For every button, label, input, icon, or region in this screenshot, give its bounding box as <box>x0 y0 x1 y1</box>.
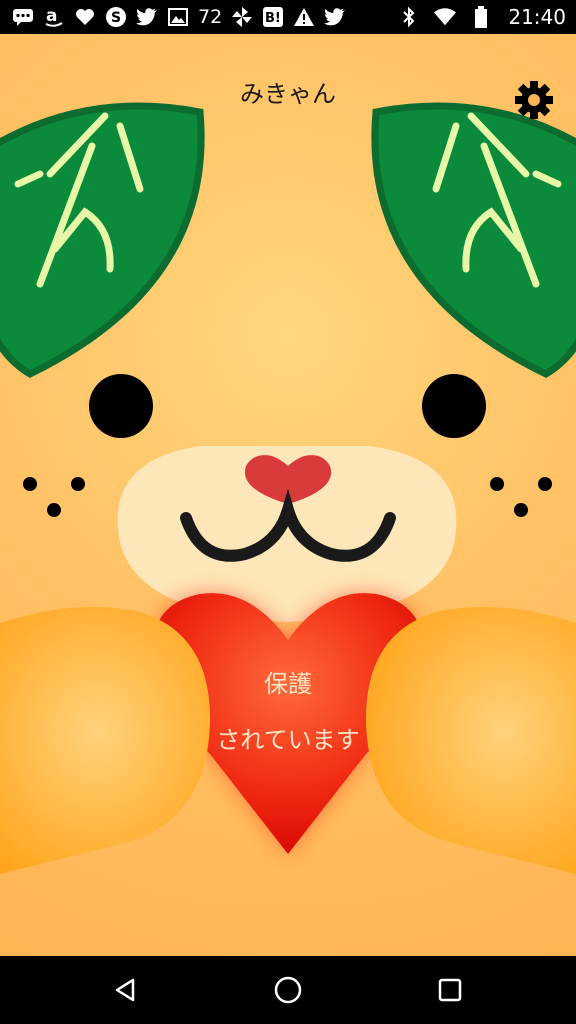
app-title: みきゃん <box>240 80 336 108</box>
pinwheel-icon <box>231 6 253 28</box>
notification-area: a S 72 B! <box>12 0 346 34</box>
svg-text:S: S <box>111 10 121 26</box>
left-leaf-ear <box>0 102 205 378</box>
protection-status-line2: されています <box>216 726 360 754</box>
twitter-icon <box>324 6 346 28</box>
status-bar: a S 72 B! 21:40 <box>0 0 576 34</box>
app-screen: みきゃん 保護 されています <box>0 34 576 956</box>
right-whisker-dots <box>490 477 552 517</box>
bluetooth-icon <box>398 6 420 28</box>
image-icon <box>167 6 189 28</box>
skype-icon: S <box>105 6 127 28</box>
amazon-icon: a <box>43 6 65 28</box>
recents-square-icon <box>438 978 462 1002</box>
mascot-face <box>0 102 576 874</box>
svg-text:a: a <box>46 6 57 26</box>
left-eye <box>89 374 153 438</box>
right-eye <box>422 374 486 438</box>
system-status-area: 21:40 <box>398 0 566 34</box>
recents-button[interactable] <box>430 970 470 1010</box>
left-whisker-dots <box>23 477 85 517</box>
svg-text:B!: B! <box>265 11 281 26</box>
warning-icon <box>293 6 315 28</box>
protection-status-line1: 保護 <box>264 670 312 698</box>
battery-icon <box>470 6 492 28</box>
home-button[interactable] <box>268 970 308 1010</box>
right-leaf-ear <box>371 102 576 378</box>
heart-icon <box>74 6 96 28</box>
chat-icon <box>12 6 34 28</box>
back-button[interactable] <box>106 970 146 1010</box>
home-circle-icon <box>274 976 302 1004</box>
gear-icon <box>515 81 553 119</box>
navigation-bar <box>0 956 576 1024</box>
clock: 21:40 <box>508 5 566 29</box>
twitter-icon <box>136 6 158 28</box>
hatena-bookmark-icon: B! <box>262 6 284 28</box>
wifi-icon <box>434 6 457 28</box>
notification-count: 72 <box>198 6 223 28</box>
back-triangle-icon <box>115 978 135 1002</box>
settings-button[interactable] <box>512 78 556 122</box>
